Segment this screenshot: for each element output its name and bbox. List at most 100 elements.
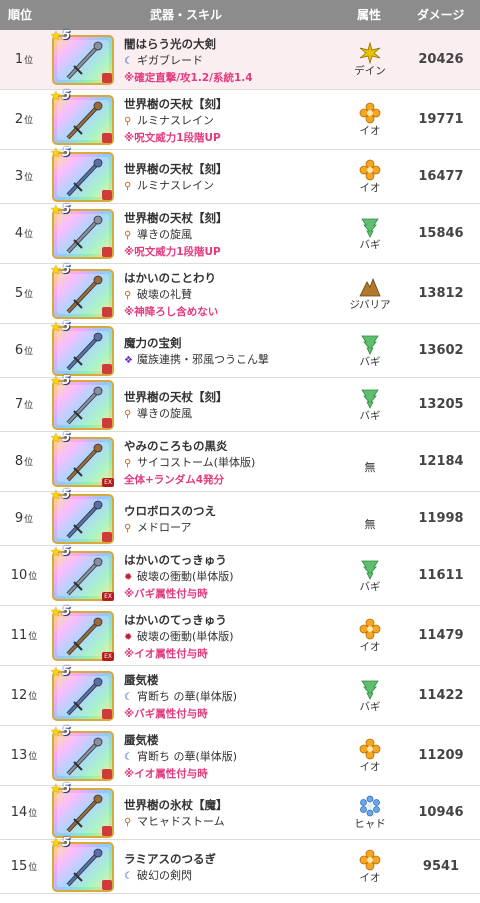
combo-icon: ❖: [124, 355, 133, 366]
table-row[interactable]: 10 位 ★ 5 EX はかいのてっきゅう ✹ 破壊の衝動(単体版) ※バギ属性付与…: [0, 544, 480, 606]
weapon-name[interactable]: 魔力の宝剣: [124, 336, 352, 350]
table-row[interactable]: 9位 ★ 5 ウロボロスのつえ ⚲ メドローア 無 11998: [0, 487, 480, 546]
weapon-name[interactable]: 世界樹の天杖【刻】: [124, 211, 352, 225]
weapon-name[interactable]: 世界樹の天杖【刻】: [124, 162, 352, 176]
weapon-skill-cell: 世界樹の天杖【刻】 ⚲ ルミナスレイン: [124, 162, 352, 194]
star-rating: 5: [62, 487, 71, 501]
wand-icon: ⚲: [124, 181, 132, 192]
weapon-name[interactable]: 世界樹の天杖【刻】: [124, 390, 352, 404]
weapon-name[interactable]: ラミアスのつるぎ: [124, 852, 352, 866]
weapon-thumbnail[interactable]: ★ 5: [50, 28, 114, 85]
header-damage: ダメージ: [417, 8, 465, 22]
io-icon: [342, 159, 398, 181]
weapon-skill-cell: 蜃気楼 ☾ 宵断ち の華(単体版) ※イオ属性付与時: [124, 733, 352, 781]
weapon-thumbnail[interactable]: ★ 5: [50, 781, 114, 838]
weapon-thumbnail[interactable]: ★ 5: [50, 373, 114, 430]
ex-badge-icon: EX: [102, 652, 114, 661]
weapon-name[interactable]: 世界樹の氷杖【魔】: [124, 798, 352, 812]
weapon-name[interactable]: 闇はらう光の大剣: [124, 37, 352, 51]
weapon-type-icon: [102, 247, 112, 257]
weapon-thumbnail[interactable]: ★ 5 EX: [50, 430, 114, 487]
table-row[interactable]: 5位 ★ 5 はかいのことわり ⚲ 破壊の礼賛 ※神降ろし含めない ジバリア 13…: [0, 262, 480, 324]
table-row[interactable]: 12 位 ★ 5 蜃気楼 ☾ 宵断ち の華(単体版) ※バギ属性付与時 バギ 114…: [0, 664, 480, 726]
star-rating: 5: [62, 544, 71, 558]
skill-name: 宵断ち の華(単体版): [137, 750, 238, 763]
weapon-name[interactable]: はかいのことわり: [124, 271, 352, 285]
table-row[interactable]: 15 位 ★ 5 ラミアスのつるぎ ☾ 破幻の剣閃 イオ 9541: [0, 835, 480, 894]
damage-value: 10946: [418, 805, 464, 820]
wand-icon: ⚲: [124, 116, 132, 127]
table-row[interactable]: 6位 ★ 5 魔力の宝剣 ❖ 魔族連携・邪風つうこん撃 バギ 13602: [0, 319, 480, 378]
skill-name: 破壊の礼賛: [137, 288, 192, 301]
weapon-skill-cell: ウロボロスのつえ ⚲ メドローア: [124, 504, 352, 536]
skill-note: ※バギ属性付与時: [124, 708, 208, 720]
weapon-type-icon: [102, 73, 112, 83]
ex-badge-icon: EX: [102, 592, 114, 601]
skill-name: 宵断ち の華(単体版): [137, 690, 238, 703]
attribute-cell: バギ: [342, 678, 398, 714]
rank-number: 6: [14, 343, 24, 358]
attribute-label: バギ: [359, 239, 381, 251]
weapon-thumbnail[interactable]: ★ 5: [50, 262, 114, 319]
attribute-cell: イオ: [342, 102, 398, 138]
table-row[interactable]: 8位 ★ 5 EX やみのころもの黒炎 ⚲ サイコストーム(単体版) 全体+ランダ…: [0, 430, 480, 492]
attribute-cell: バギ: [342, 387, 398, 423]
table-row[interactable]: 1位 ★ 5 闇はらう光の大剣 ☾ ギガブレード ※確定直撃/攻1.2/系統1.4…: [0, 28, 480, 90]
damage-value: 12184: [418, 454, 464, 469]
attribute-cell: ヒャド: [342, 795, 398, 831]
attribute-cell: 無: [342, 456, 398, 475]
weapon-name[interactable]: 蜃気楼: [124, 733, 352, 747]
skill-line: ✹ 破壊の衝動(単体版): [124, 570, 352, 585]
table-row[interactable]: 2位 ★ 5 世界樹の天杖【刻】 ⚲ ルミナスレイン ※呪文威力1段階UP イオ …: [0, 88, 480, 150]
rank-number: 10: [10, 568, 28, 583]
table-row[interactable]: 3位 ★ 5 世界樹の天杖【刻】 ⚲ ルミナスレイン イオ 16477: [0, 145, 480, 204]
damage-value: 16477: [418, 169, 464, 184]
bagi-icon: [342, 558, 398, 580]
attribute-label: バギ: [359, 701, 381, 713]
weapon-thumbnail[interactable]: ★ 5 EX: [50, 544, 114, 601]
attribute-label: バギ: [359, 581, 381, 593]
weapon-name[interactable]: ウロボロスのつえ: [124, 504, 352, 518]
table-row[interactable]: 14 位 ★ 5 世界樹の氷杖【魔】 ⚲ マヒャドストーム ヒャド 10946: [0, 781, 480, 840]
rank-suffix: 位: [24, 116, 34, 126]
weapon-thumbnail[interactable]: ★ 5: [50, 487, 114, 544]
weapon-name[interactable]: 世界樹の天杖【刻】: [124, 97, 352, 111]
attribute-cell: デイン: [342, 42, 398, 78]
weapon-name[interactable]: 蜃気楼: [124, 673, 352, 687]
weapon-thumbnail[interactable]: ★ 5 EX: [50, 604, 114, 661]
jibaria-icon: [342, 276, 398, 298]
skill-note: ※呪文威力1段階UP: [124, 246, 221, 258]
skill-name: 導きの旋風: [137, 407, 192, 420]
table-row[interactable]: 11 位 ★ 5 EX はかいのてっきゅう ✹ 破壊の衝動(単体版) ※イオ属性付与…: [0, 604, 480, 666]
weapon-name[interactable]: はかいのてっきゅう: [124, 553, 352, 567]
skill-line: ❖ 魔族連携・邪風つうこん撃: [124, 353, 352, 368]
star-icon: ★: [50, 320, 62, 335]
weapon-thumbnail[interactable]: ★ 5: [50, 664, 114, 721]
rank-cell: 7位: [0, 378, 48, 431]
rank-cell: 6位: [0, 324, 48, 377]
rank-cell: 2位: [0, 90, 48, 149]
damage-value: 19771: [418, 112, 464, 127]
table-row[interactable]: 4位 ★ 5 世界樹の天杖【刻】 ⚲ 導きの旋風 ※呪文威力1段階UP バギ 15…: [0, 202, 480, 264]
weapon-skill-cell: ラミアスのつるぎ ☾ 破幻の剣閃: [124, 852, 352, 884]
weapon-thumbnail[interactable]: ★ 5: [50, 202, 114, 259]
weapon-name[interactable]: はかいのてっきゅう: [124, 613, 352, 627]
weapon-type-icon: [102, 133, 112, 143]
weapon-name[interactable]: やみのころもの黒炎: [124, 439, 352, 453]
weapon-thumbnail[interactable]: ★ 5: [50, 724, 114, 781]
star-rating: 5: [62, 373, 71, 387]
star-rating: 5: [62, 835, 71, 849]
weapon-thumbnail[interactable]: ★ 5: [50, 319, 114, 376]
star-icon: ★: [50, 431, 62, 446]
weapon-thumbnail[interactable]: ★ 5: [50, 88, 114, 145]
table-row[interactable]: 7位 ★ 5 世界樹の天杖【刻】 ⚲ 導きの旋風 バギ 13205: [0, 373, 480, 432]
skill-name: 魔族連携・邪風つうこん撃: [137, 353, 269, 366]
header-rank: 順位: [8, 8, 33, 22]
gear-icon: ✹: [124, 632, 133, 643]
skill-line: ⚲ 導きの旋風: [124, 228, 352, 243]
damage-value: 11422: [418, 688, 464, 703]
table-row[interactable]: 13 位 ★ 5 蜃気楼 ☾ 宵断ち の華(単体版) ※イオ属性付与時 イオ 112…: [0, 724, 480, 786]
attribute-cell: ジバリア: [342, 276, 398, 312]
weapon-thumbnail[interactable]: ★ 5: [50, 835, 114, 892]
weapon-thumbnail[interactable]: ★ 5: [50, 145, 114, 202]
